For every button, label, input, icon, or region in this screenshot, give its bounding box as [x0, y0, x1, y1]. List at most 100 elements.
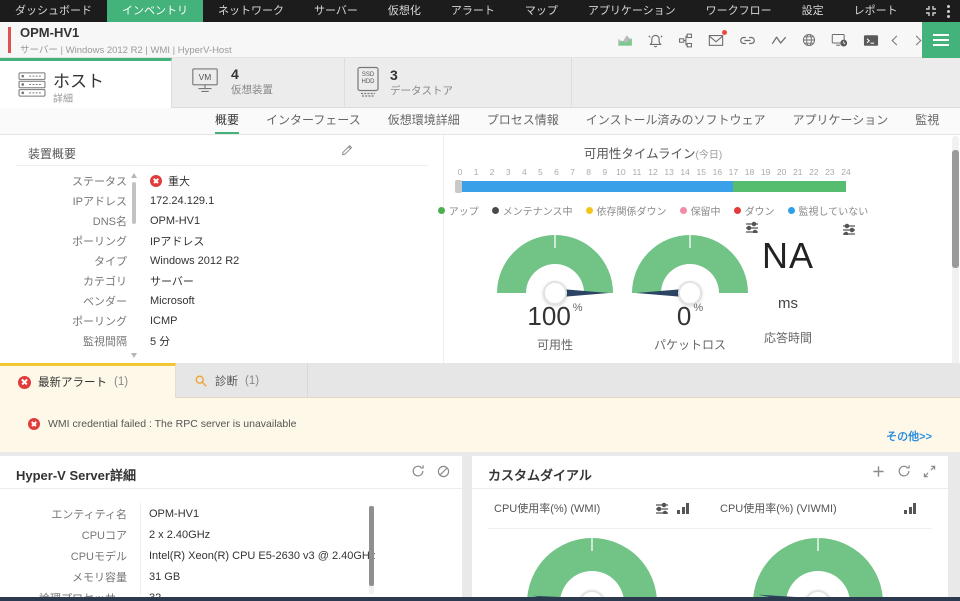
timeline-tick: 5	[532, 167, 548, 177]
field-row: CPUコア2 x 2.40GHz	[0, 524, 440, 545]
nav-item-10[interactable]: レポート	[839, 0, 913, 22]
refresh-icon[interactable]	[897, 464, 911, 478]
hyperv-fields: エンティティ名OPM-HV1CPUコア2 x 2.40GHzCPUモデルInte…	[0, 503, 440, 601]
nav-item-3[interactable]: サーバー	[299, 0, 373, 22]
tab-latest-alerts[interactable]: 最新アラート(1)	[0, 363, 176, 398]
entity-cards: ホスト 詳細 VM 4 仮想装置	[0, 58, 960, 108]
field-row: DNS名OPM-HV1	[0, 211, 430, 231]
field-label: IPアドレス	[0, 193, 127, 209]
host-card[interactable]: ホスト 詳細	[0, 58, 172, 108]
timeline-tick: 6	[549, 167, 565, 177]
panel-menu-button[interactable]	[922, 22, 960, 58]
nav-item-1[interactable]: インベントリ	[107, 0, 203, 22]
packetloss-gauge: 0% パケットロス	[632, 235, 748, 351]
gauge-hub	[678, 281, 702, 305]
globe-icon[interactable]	[801, 32, 817, 48]
subtab-5[interactable]: アプリケーション	[793, 108, 889, 134]
datastore-count: 3	[390, 67, 453, 83]
device-title: OPM-HV1	[20, 25, 79, 40]
field-label: ベンダー	[0, 293, 127, 309]
nav-item-8[interactable]: ワークフロー	[691, 0, 787, 22]
availability-gauge: 100% 可用性	[497, 235, 613, 351]
subtab-3[interactable]: プロセス情報	[487, 108, 559, 134]
nav-item-0[interactable]: ダッシュボード	[0, 0, 107, 22]
timeline-tick: 23	[822, 167, 838, 177]
field-label: タイプ	[0, 253, 127, 269]
vm-card[interactable]: VM 4 仮想装置	[172, 58, 345, 108]
cpu-viwmi-dial	[753, 538, 883, 601]
device-toolbar	[616, 22, 920, 58]
field-value: サーバー	[150, 273, 194, 289]
timeline-tick: 0	[452, 167, 468, 177]
alarm-bell-icon[interactable]	[647, 32, 664, 49]
prev-button[interactable]	[893, 37, 900, 44]
nav-item-2[interactable]: ネットワーク	[203, 0, 299, 22]
field-row: ポーリングIPアドレス	[0, 231, 430, 251]
field-row: ベンダーMicrosoft	[0, 291, 430, 311]
subtab-0[interactable]: 概要	[215, 108, 239, 134]
summary-scrollbar[interactable]	[130, 173, 139, 358]
edit-pencil-icon[interactable]	[340, 142, 355, 157]
legend-item: メンテナンス中	[492, 203, 573, 218]
device-clock-icon[interactable]	[830, 32, 849, 49]
availability-timeline-bar[interactable]	[460, 181, 846, 192]
subtab-6[interactable]: 監視	[915, 108, 939, 134]
area-chart-icon[interactable]	[616, 32, 634, 49]
threshold-hand-icon[interactable]	[655, 502, 669, 514]
nav-item-6[interactable]: マップ	[510, 0, 573, 22]
timeline-ticks: 0123456789101112131415161718192021222324	[460, 167, 846, 177]
timeline-segment[interactable]	[460, 181, 733, 192]
nav-item-9[interactable]: 設定	[787, 0, 839, 22]
timeline-tick: 14	[677, 167, 693, 177]
hyperv-panel: Hyper-V Server詳細 エンティティ名OPM-HV1CPUコア2 x …	[0, 456, 462, 601]
vm-label: 仮想装置	[231, 82, 273, 97]
packetloss-value: 0%	[632, 301, 748, 332]
threshold-hand-icon[interactable]	[745, 221, 759, 233]
vm-monitor-icon: VM	[188, 67, 222, 97]
mail-icon[interactable]	[707, 32, 725, 48]
field-row: ステータス重大	[0, 171, 430, 191]
timeline-tick: 7	[565, 167, 581, 177]
field-label: 監視間隔	[0, 333, 127, 349]
timeline-tick: 4	[516, 167, 532, 177]
subtab-2[interactable]: 仮想環境詳細	[388, 108, 460, 134]
alert-message-row[interactable]: WMI credential failed : The RPC server i…	[28, 418, 296, 430]
line-graph-icon[interactable]	[770, 33, 788, 48]
tab-diagnostics[interactable]: 診断(1)	[176, 363, 308, 398]
fullscreen-icon[interactable]	[925, 5, 937, 17]
timeline-segment[interactable]	[733, 181, 846, 192]
nav-item-5[interactable]: アラート	[436, 0, 510, 22]
subtab-4[interactable]: インストール済みのソフトウェア	[586, 108, 766, 134]
next-button[interactable]	[913, 37, 920, 44]
hyperv-scrollbar[interactable]	[369, 506, 374, 594]
add-dial-icon[interactable]	[872, 465, 885, 478]
field-value: Intel(R) Xeon(R) CPU E5-2630 v3 @ 2.40GH…	[149, 550, 375, 562]
nav-item-7[interactable]: アプリケーション	[573, 0, 691, 22]
field-label: CPUコア	[0, 527, 127, 543]
console-icon[interactable]	[862, 33, 880, 48]
custom-dials-panel: カスタムダイアル CPU使用率(%) (WMI)	[472, 456, 948, 601]
bar-chart-icon[interactable]	[904, 502, 916, 514]
field-value: IPアドレス	[150, 233, 204, 249]
legend-item: アップ	[438, 203, 479, 218]
link-icon[interactable]	[738, 32, 757, 49]
more-alerts-link[interactable]: その他>>	[886, 428, 932, 444]
packetloss-label: パケットロス	[632, 336, 748, 353]
kebab-menu-icon[interactable]	[947, 5, 950, 18]
datastore-card[interactable]: SSD HDD 3 データストア	[345, 58, 572, 108]
threshold-hand-icon[interactable]	[842, 223, 856, 235]
expand-arrows-icon[interactable]	[923, 465, 936, 478]
status-color-bar	[8, 27, 11, 53]
field-row: ポーリングICMP	[0, 311, 430, 331]
field-row: カテゴリサーバー	[0, 271, 430, 291]
timeline-handle[interactable]	[455, 180, 462, 193]
refresh-icon[interactable]	[411, 464, 425, 478]
sitemap-icon[interactable]	[677, 32, 694, 49]
nav-item-4[interactable]: 仮想化	[373, 0, 436, 22]
legend-dot	[680, 207, 687, 214]
bar-chart-icon[interactable]	[677, 502, 689, 514]
timeline-tick: 15	[693, 167, 709, 177]
hyperv-panel-title: Hyper-V Server詳細	[16, 465, 136, 484]
expand-icon[interactable]	[437, 465, 450, 478]
subtab-1[interactable]: インターフェース	[266, 108, 361, 134]
